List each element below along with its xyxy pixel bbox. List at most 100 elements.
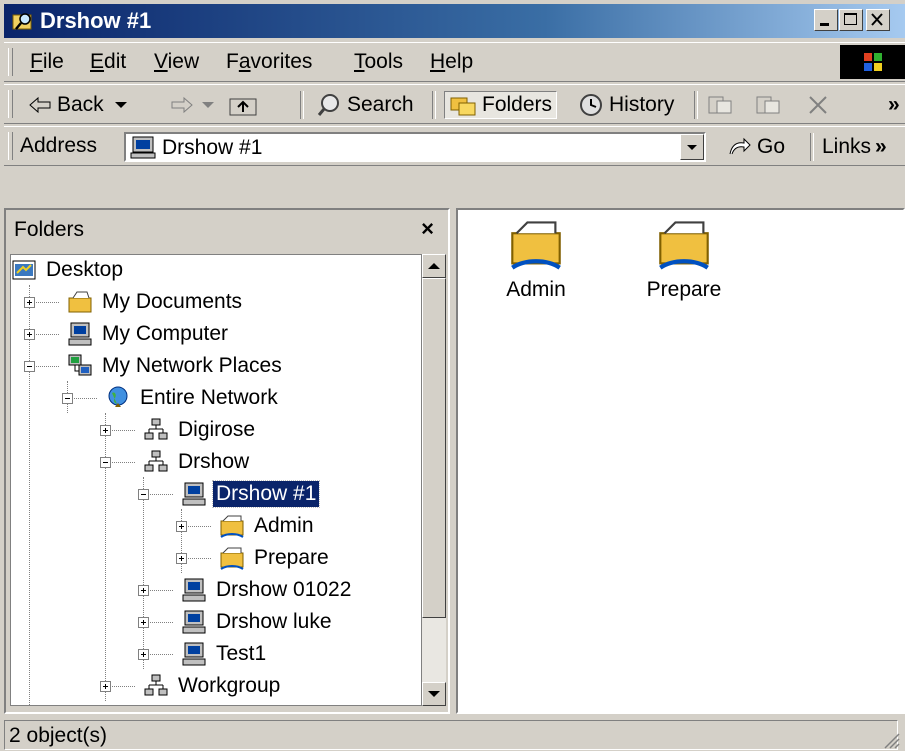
tree-node[interactable]: My Documents: [67, 287, 245, 317]
expand-toggle[interactable]: [138, 489, 149, 500]
expand-toggle[interactable]: [176, 553, 187, 564]
content-item[interactable]: Admin: [466, 216, 606, 302]
my-documents-icon: [68, 291, 92, 313]
vertical-scrollbar[interactable]: [422, 254, 446, 706]
tree-node[interactable]: My Computer: [67, 319, 231, 349]
expand-toggle[interactable]: [24, 297, 35, 308]
resize-grip-icon[interactable]: [883, 732, 901, 750]
menu-favorites[interactable]: Favorites: [226, 50, 312, 74]
address-value: Drshow #1: [162, 136, 263, 159]
tree-node[interactable]: Test1: [181, 639, 269, 669]
maximize-button[interactable]: [839, 9, 863, 31]
scroll-thumb[interactable]: [422, 278, 446, 618]
address-bar: Address Drshow #1 Go Links »: [4, 126, 905, 166]
move-to-button[interactable]: [706, 91, 741, 119]
go-button[interactable]: Go: [726, 133, 785, 161]
tree-node[interactable]: Desktop: [11, 255, 126, 285]
back-arrow-icon: [29, 96, 51, 114]
windows-flag-icon: [864, 53, 882, 71]
address-field[interactable]: Drshow #1: [124, 132, 706, 162]
delete-icon: [809, 96, 827, 114]
up-folder-button[interactable]: [228, 91, 263, 119]
tree-node[interactable]: Drshow #1: [181, 479, 321, 509]
address-label: Address: [20, 134, 98, 157]
expand-toggle[interactable]: [138, 617, 149, 628]
menu-view[interactable]: View: [154, 50, 199, 74]
chevron-down-icon: [114, 102, 127, 108]
expand-toggle[interactable]: [138, 649, 149, 660]
address-dropdown-button[interactable]: [680, 134, 704, 160]
desktop-icon: [12, 260, 36, 280]
tree-node[interactable]: Admin: [219, 511, 317, 541]
scroll-up-button[interactable]: [422, 254, 446, 278]
minimize-button[interactable]: [814, 9, 838, 31]
tree-node-label: Admin: [254, 514, 314, 537]
menu-help[interactable]: Help: [430, 50, 473, 74]
window-title: Drshow #1: [40, 8, 152, 33]
history-icon: [580, 94, 602, 116]
menu-bar: File Edit View Favorites Tools Help: [4, 42, 905, 82]
tree-node-label: Desktop: [46, 258, 124, 281]
toolbar-chevron[interactable]: »: [888, 91, 900, 119]
expand-toggle[interactable]: [24, 361, 35, 372]
move-to-icon: [708, 96, 732, 114]
menu-grip[interactable]: [8, 48, 13, 76]
title-bar[interactable]: Drshow #1: [4, 4, 905, 38]
toolbar-grip[interactable]: [8, 90, 13, 118]
forward-button[interactable]: [170, 91, 222, 119]
tree-node-label: Entire Network: [140, 386, 278, 409]
chevron-down-icon: [687, 145, 697, 150]
tree-node-label: Drshow 01022: [216, 578, 352, 601]
chevron-down-icon: [428, 691, 440, 697]
up-folder-icon: [229, 98, 257, 116]
expand-toggle[interactable]: [100, 681, 111, 692]
folder-tree[interactable]: Desktop My Documents My Computer My Network…: [10, 254, 422, 706]
expand-toggle[interactable]: [62, 393, 73, 404]
tree-node-label: My Computer: [102, 322, 229, 345]
history-button[interactable]: History: [578, 91, 674, 119]
minimize-icon: [820, 23, 829, 26]
search-button[interactable]: Search: [316, 91, 414, 119]
tree-node-label: My Network Places: [102, 354, 282, 377]
delete-button[interactable]: [806, 91, 835, 119]
expand-toggle[interactable]: [24, 329, 35, 340]
folders-pane-title: Folders: [14, 218, 85, 241]
expand-toggle[interactable]: [100, 425, 111, 436]
close-icon: [871, 13, 883, 26]
close-window-button[interactable]: [866, 9, 890, 31]
links-chevron: »: [875, 135, 887, 158]
links-button[interactable]: Links »: [822, 133, 887, 161]
menu-file[interactable]: File: [30, 50, 64, 74]
tree-node[interactable]: Drshow: [143, 447, 252, 477]
status-bar: 2 object(s): [0, 718, 905, 751]
copy-to-button[interactable]: [754, 91, 789, 119]
tree-node-label: My Documents: [102, 290, 243, 313]
menu-edit[interactable]: Edit: [90, 50, 126, 74]
expand-toggle[interactable]: [138, 585, 149, 596]
tree-node[interactable]: Prepare: [219, 543, 332, 573]
address-separator: [810, 133, 814, 161]
menu-tools[interactable]: Tools: [354, 50, 403, 74]
folders-pane: Folders × Desktop My Documents My Computer…: [4, 208, 450, 714]
tree-node[interactable]: Drshow luke: [181, 607, 335, 637]
search-icon: [317, 94, 339, 116]
folders-button[interactable]: Folders: [444, 91, 558, 119]
expand-toggle[interactable]: [100, 457, 111, 468]
toolbar-separator: [300, 91, 304, 119]
content-pane[interactable]: Admin Prepare: [456, 208, 905, 714]
back-button[interactable]: Back: [28, 91, 135, 119]
address-grip[interactable]: [8, 132, 13, 160]
scroll-down-button[interactable]: [422, 682, 446, 706]
tree-node[interactable]: Drshow 01022: [181, 575, 354, 605]
standard-toolbar: Back Search Folders History »: [4, 84, 905, 124]
tree-node[interactable]: Workgroup: [143, 671, 283, 701]
content-item[interactable]: Prepare: [614, 216, 754, 302]
tree-node[interactable]: My Network Places: [67, 351, 285, 381]
computer-icon: [182, 578, 206, 602]
content-item-label: Admin: [506, 278, 566, 301]
tree-node[interactable]: Digirose: [143, 415, 258, 445]
tree-node[interactable]: Entire Network: [105, 383, 281, 413]
computer-icon: [182, 610, 206, 634]
expand-toggle[interactable]: [176, 521, 187, 532]
close-pane-icon[interactable]: ×: [421, 218, 434, 240]
